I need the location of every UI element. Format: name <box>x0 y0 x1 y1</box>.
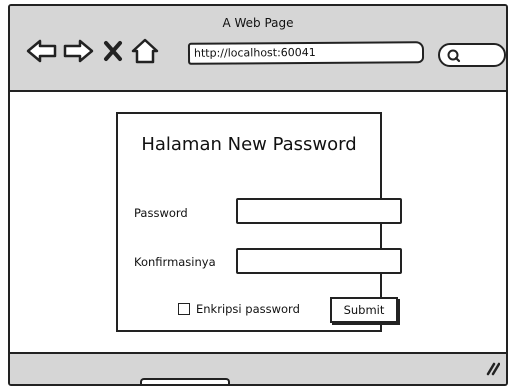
encrypt-password-label: Enkripsi password <box>196 302 300 316</box>
browser-toolbar: A Web Page http://localhost:60041 <box>10 6 506 92</box>
address-text: http://localhost:60041 <box>193 45 316 60</box>
page-content: Halaman New Password Password Konfirmasi… <box>10 92 506 352</box>
new-password-form: Halaman New Password Password Konfirmasi… <box>116 112 402 332</box>
password-label: Password <box>134 206 188 220</box>
window-title: A Web Page <box>222 16 294 30</box>
horizontal-scrollbar[interactable] <box>140 378 230 384</box>
search-box[interactable] <box>438 43 506 67</box>
close-x-icon[interactable] <box>102 36 124 66</box>
password-input[interactable] <box>236 198 402 224</box>
status-bar <box>10 352 506 384</box>
browser-window: A Web Page http://localhost:60041 Halama… <box>8 4 508 386</box>
confirm-password-input[interactable] <box>236 248 402 274</box>
confirm-password-label: Konfirmasinya <box>134 255 216 269</box>
address-bar[interactable]: http://localhost:60041 <box>187 41 425 65</box>
resize-grip-icon[interactable] <box>484 360 501 380</box>
form-title: Halaman New Password <box>141 134 357 155</box>
search-icon <box>446 48 462 68</box>
encrypt-password-option[interactable]: Enkripsi password <box>178 302 300 316</box>
arrow-right-icon[interactable] <box>62 36 94 66</box>
encrypt-password-checkbox[interactable] <box>178 303 190 315</box>
home-icon[interactable] <box>130 36 160 66</box>
arrow-left-icon[interactable] <box>26 36 58 66</box>
submit-button[interactable]: Submit <box>330 297 398 323</box>
